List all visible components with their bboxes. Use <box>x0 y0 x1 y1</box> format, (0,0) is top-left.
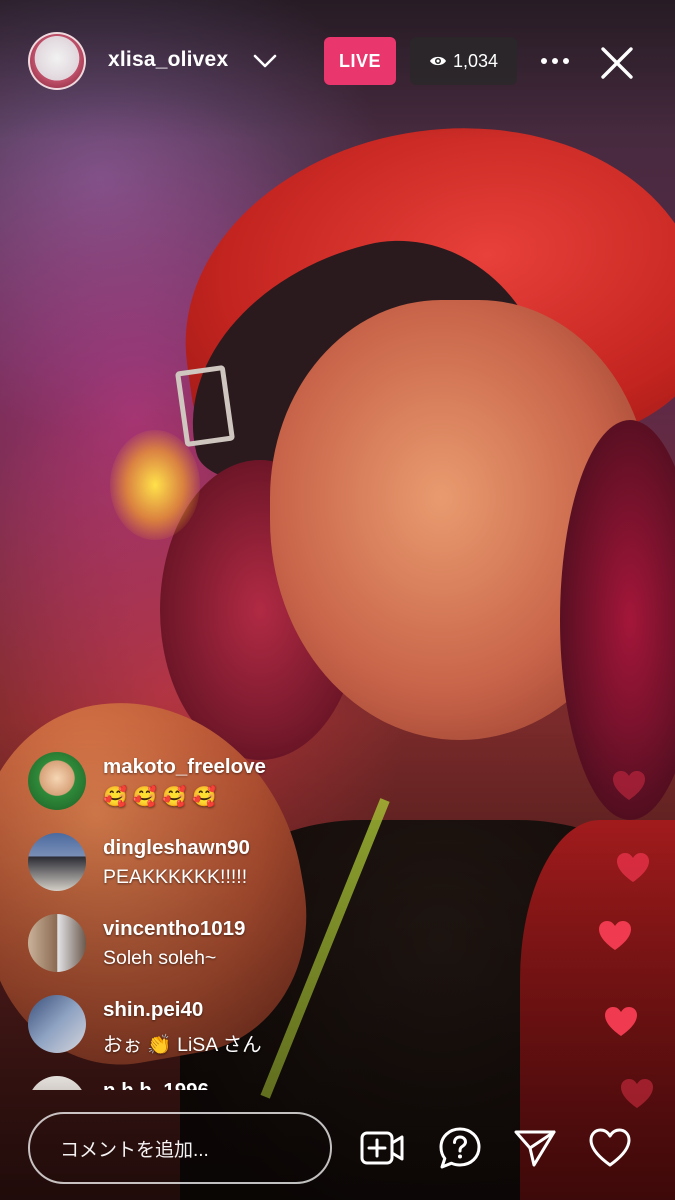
heart-icon[interactable] <box>588 1126 632 1170</box>
video-light-glow <box>110 430 200 540</box>
comment-username[interactable]: makoto_freelove <box>103 755 266 779</box>
comment-input-placeholder: コメントを追加... <box>60 1139 209 1161</box>
comment-avatar[interactable] <box>28 833 86 891</box>
comment-text: Soleh soleh~ <box>103 947 217 969</box>
avatar[interactable] <box>28 32 86 90</box>
add-video-icon[interactable] <box>360 1126 404 1170</box>
floating-heart-icon <box>598 920 632 952</box>
comment-text: 🥰 🥰 🥰 🥰 <box>103 786 217 808</box>
viewer-count: 1,034 <box>452 50 499 71</box>
question-icon[interactable] <box>438 1126 482 1170</box>
comment-item: n.h.h_1996 <box>28 1076 448 1090</box>
comment-input[interactable]: コメントを追加... <box>28 1112 332 1184</box>
comment-username[interactable]: vincentho1019 <box>103 917 245 941</box>
floating-heart-icon <box>620 1078 654 1110</box>
live-badge: LIVE <box>324 37 396 85</box>
comment-username[interactable]: n.h.h_1996 <box>103 1079 209 1090</box>
more-icon[interactable] <box>538 48 572 74</box>
comment-text: PEAKKKKKK!!!!! <box>103 866 248 888</box>
comment-text: おぉ 👏 LiSA さん <box>103 1034 262 1056</box>
floating-heart-icon <box>612 770 646 802</box>
viewer-count-badge[interactable]: 1,034 <box>410 37 517 85</box>
floating-heart-icon <box>616 852 650 884</box>
comment-username[interactable]: shin.pei40 <box>103 998 203 1022</box>
comment-username[interactable]: dingleshawn90 <box>103 836 250 860</box>
comment-item: makoto_freelove 🥰 🥰 🥰 🥰 <box>28 752 448 833</box>
comment-avatar[interactable] <box>28 914 86 972</box>
send-icon[interactable] <box>513 1126 557 1170</box>
comment-avatar[interactable] <box>28 752 86 810</box>
eye-icon <box>429 56 446 66</box>
comment-item: dingleshawn90 PEAKKKKKK!!!!! <box>28 833 448 914</box>
video-buckle <box>174 364 236 448</box>
comment-list[interactable]: makoto_freelove 🥰 🥰 🥰 🥰 dingleshawn90 PE… <box>28 752 448 1090</box>
floating-heart-icon <box>604 1006 638 1038</box>
comment-item: shin.pei40 おぉ 👏 LiSA さん <box>28 995 448 1076</box>
close-icon[interactable] <box>598 44 636 82</box>
comment-avatar[interactable] <box>28 995 86 1053</box>
comment-avatar[interactable] <box>28 1076 86 1090</box>
broadcaster-username[interactable]: xlisa_olivex <box>108 48 228 72</box>
chevron-down-icon[interactable] <box>252 48 278 74</box>
live-header: xlisa_olivex LIVE 1,034 <box>0 32 675 92</box>
comment-item: vincentho1019 Soleh soleh~ <box>28 914 448 995</box>
